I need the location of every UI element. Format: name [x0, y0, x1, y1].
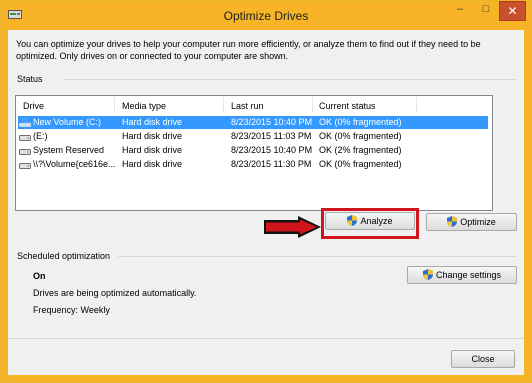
minimize-icon: – — [456, 3, 464, 15]
drive-current-status: OK (0% fragmented) — [319, 117, 402, 127]
drive-name: \\?\Volume{ce616e... — [33, 159, 116, 169]
maximize-icon: □ — [482, 3, 490, 15]
column-divider — [114, 97, 115, 112]
window-client-area: You can optimize your drives to help you… — [8, 30, 524, 375]
drive-current-status: OK (0% fragmented) — [319, 159, 402, 169]
column-header-drive[interactable]: Drive — [23, 101, 44, 112]
schedule-description: Drives are being optimized automatically… — [33, 288, 197, 298]
optimize-button[interactable]: Optimize — [426, 213, 517, 231]
drive-media-type: Hard disk drive — [122, 145, 183, 155]
analyze-button[interactable]: Analyze — [325, 212, 415, 230]
change-settings-button[interactable]: Change settings — [407, 266, 517, 284]
drive-last-run: 8/23/2015 10:40 PM — [231, 145, 313, 155]
minimize-button[interactable]: – — [447, 1, 473, 21]
column-header-current-status[interactable]: Current status — [319, 101, 376, 112]
drive-current-status: OK (0% fragmented) — [319, 131, 402, 141]
drive-current-status: OK (2% fragmented) — [319, 145, 402, 155]
column-header-media-type[interactable]: Media type — [122, 101, 166, 112]
column-divider — [312, 97, 313, 112]
drive-media-type: Hard disk drive — [122, 159, 183, 169]
drive-list[interactable]: Drive Media type Last run Current status… — [15, 95, 493, 211]
analyze-button-label: Analyze — [360, 216, 393, 226]
drive-icon — [19, 163, 31, 169]
close-icon: ✕ — [499, 1, 526, 21]
drive-row[interactable]: System Reserved Hard disk drive 8/23/201… — [18, 144, 488, 157]
title-bar[interactable]: Optimize Drives – □ ✕ — [1, 1, 531, 30]
column-divider — [416, 97, 417, 112]
drive-last-run: 8/23/2015 11:03 PM — [231, 131, 312, 141]
maximize-button[interactable]: □ — [473, 1, 499, 21]
shield-icon — [447, 216, 458, 227]
drive-media-type: Hard disk drive — [122, 117, 183, 127]
drive-last-run: 8/23/2015 11:30 PM — [231, 159, 312, 169]
windows-drive-icon — [19, 118, 31, 127]
shield-icon — [422, 269, 433, 280]
drive-name: New Volume (C:) — [33, 117, 102, 127]
schedule-frequency: Frequency: Weekly — [33, 305, 110, 315]
drive-icon — [19, 135, 31, 141]
drive-row[interactable]: \\?\Volume{ce616e... Hard disk drive 8/2… — [18, 158, 488, 171]
scheduled-optimization-label: Scheduled optimization — [17, 251, 111, 261]
drive-icon — [19, 149, 31, 155]
close-button[interactable]: Close — [451, 350, 515, 368]
optimize-button-label: Optimize — [460, 217, 496, 227]
drive-name: System Reserved — [33, 145, 105, 155]
schedule-state: On — [33, 271, 46, 281]
status-section-label: Status — [17, 74, 43, 84]
column-divider — [223, 97, 224, 112]
shield-icon — [347, 215, 358, 226]
status-divider — [64, 79, 516, 80]
optimize-drives-window: Optimize Drives – □ ✕ You can optimize y… — [0, 0, 532, 383]
drive-name: (E:) — [33, 131, 48, 141]
scheduled-divider — [118, 256, 516, 257]
drive-media-type: Hard disk drive — [122, 131, 183, 141]
drive-row[interactable]: New Volume (C:) Hard disk drive 8/23/201… — [18, 116, 488, 129]
close-window-button[interactable]: ✕ — [499, 1, 526, 21]
description-text: You can optimize your drives to help you… — [16, 39, 481, 61]
arrow-annotation-icon — [264, 216, 321, 238]
column-header-last-run[interactable]: Last run — [231, 101, 264, 112]
drive-last-run: 8/23/2015 10:40 PM — [231, 117, 313, 127]
drive-row[interactable]: (E:) Hard disk drive 8/23/2015 11:03 PM … — [18, 130, 488, 143]
change-settings-label: Change settings — [435, 270, 502, 280]
footer-divider — [8, 338, 524, 339]
